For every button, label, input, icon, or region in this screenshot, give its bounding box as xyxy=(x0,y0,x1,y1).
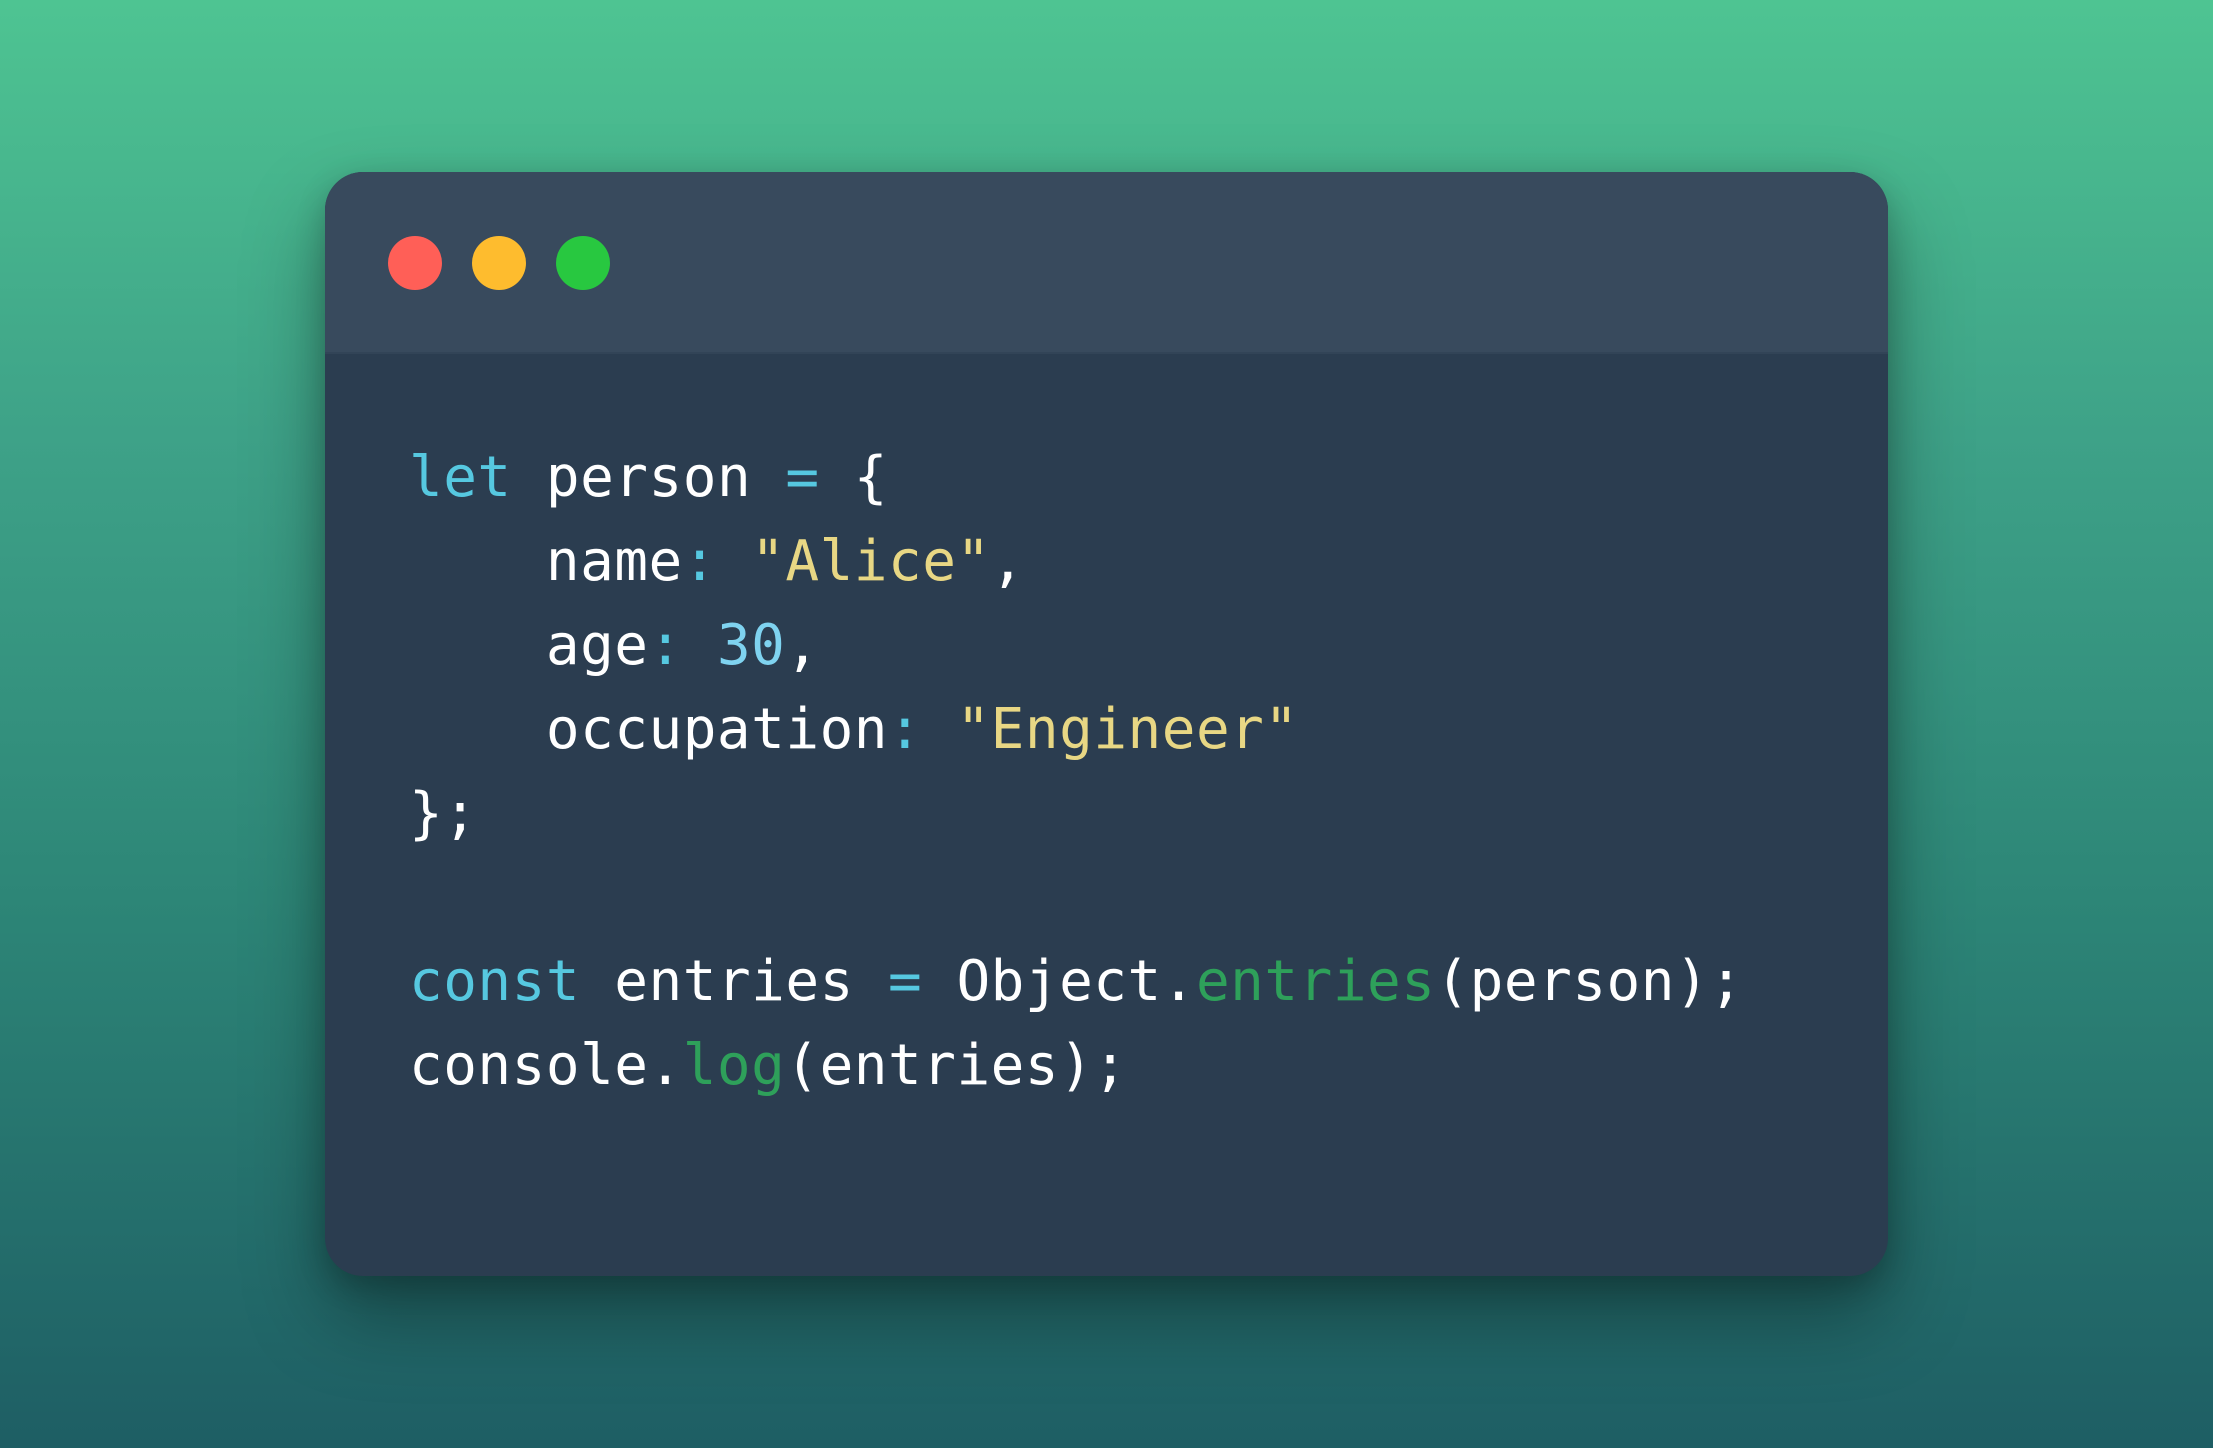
code-token-kw: let xyxy=(409,445,512,510)
code-block: let person = { name: "Alice", age: 30, o… xyxy=(409,436,1743,1108)
code-line: const entries = Object.entries(person); xyxy=(409,940,1743,1024)
maximize-window-button[interactable] xyxy=(556,236,610,290)
code-token-plain: person xyxy=(511,445,786,510)
code-token-plain: entries xyxy=(580,949,889,1014)
code-token-op: : xyxy=(682,529,717,594)
code-token-plain: (entries); xyxy=(785,1033,1128,1098)
minimize-window-button[interactable] xyxy=(472,236,526,290)
code-token-plain: { xyxy=(819,445,889,510)
code-token-op: : xyxy=(888,697,923,762)
code-token-plain: , xyxy=(785,613,820,678)
code-token-plain: occupation xyxy=(409,697,889,762)
code-token-op: = xyxy=(888,949,923,1014)
code-line: age: 30, xyxy=(409,604,1743,688)
code-token-plain: age xyxy=(409,613,649,678)
code-token-num: 30 xyxy=(716,613,786,678)
code-token-plain: name xyxy=(409,529,683,594)
code-line: occupation: "Engineer" xyxy=(409,688,1743,772)
close-window-button[interactable] xyxy=(388,236,442,290)
code-line: }; xyxy=(409,772,1743,856)
code-window: let person = { name: "Alice", age: 30, o… xyxy=(325,172,1888,1276)
window-titlebar xyxy=(325,172,1888,354)
code-token-fn: log xyxy=(682,1033,786,1098)
code-token-op: = xyxy=(785,445,820,510)
code-token-plain: , xyxy=(990,529,1025,594)
code-line: name: "Alice", xyxy=(409,520,1743,604)
code-token-str: "Engineer" xyxy=(956,697,1299,762)
code-line: console.log(entries); xyxy=(409,1024,1743,1108)
code-token-str: "Alice" xyxy=(751,529,991,594)
code-token-kw: const xyxy=(409,949,581,1014)
code-token-fn: entries xyxy=(1195,949,1436,1014)
code-line: let person = { xyxy=(409,436,1743,520)
code-token-plain: }; xyxy=(409,781,478,846)
code-token-plain: Object. xyxy=(922,949,1196,1014)
code-token-plain: console. xyxy=(409,1033,683,1098)
code-token-op: : xyxy=(648,613,683,678)
code-token-plain: (person); xyxy=(1435,949,1744,1014)
